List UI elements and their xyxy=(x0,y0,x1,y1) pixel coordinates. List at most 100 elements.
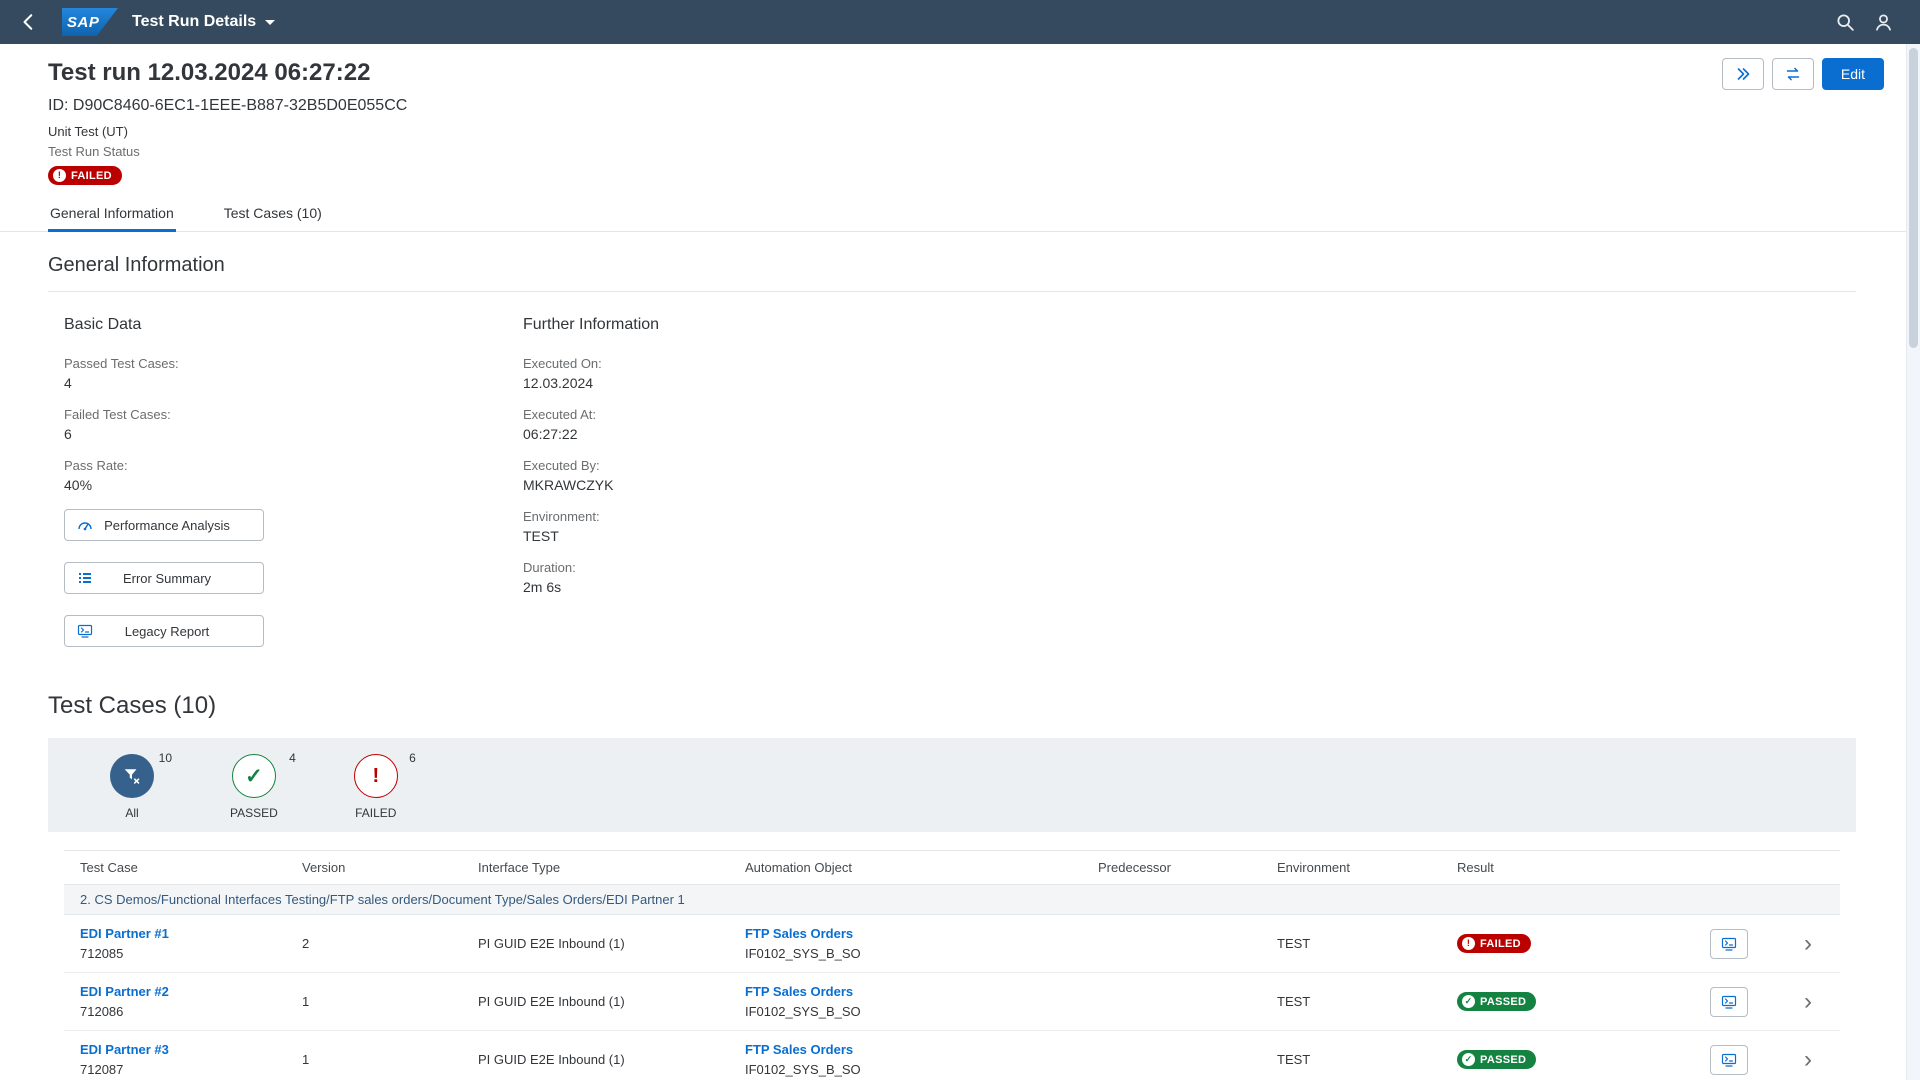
report-icon xyxy=(1721,994,1737,1010)
expand-header-button[interactable] xyxy=(1722,58,1764,90)
column-header-automation-object[interactable]: Automation Object xyxy=(729,860,1082,875)
legacy-report-button[interactable]: Legacy Report xyxy=(64,615,264,647)
environment-cell: TEST xyxy=(1261,994,1441,1009)
test-case-id: 712086 xyxy=(80,1004,286,1019)
test-case-link[interactable]: EDI Partner #1 xyxy=(80,926,286,941)
error-icon: ! xyxy=(53,169,66,182)
report-icon xyxy=(1721,936,1737,952)
column-header-environment[interactable]: Environment xyxy=(1261,860,1441,875)
form-field: Executed At: 06:27:22 xyxy=(523,407,982,443)
scrollbar-thumb[interactable] xyxy=(1909,48,1918,348)
version-cell: 2 xyxy=(286,936,462,951)
back-button[interactable] xyxy=(10,3,48,41)
environment-cell: TEST xyxy=(1261,1052,1441,1067)
double-chevron-right-icon xyxy=(1735,66,1751,82)
column-header-interface-type[interactable]: Interface Type xyxy=(462,860,729,875)
interface-type-cell: PI GUID E2E Inbound (1) xyxy=(462,994,729,1009)
status-badge-text: FAILED xyxy=(71,170,112,182)
performance-analysis-button[interactable]: Performance Analysis xyxy=(64,509,264,541)
column-header-result[interactable]: Result xyxy=(1441,860,1684,875)
sap-logo: SAP xyxy=(62,8,118,36)
automation-object-link[interactable]: FTP Sales Orders xyxy=(745,926,1082,941)
test-cases-filter-bar: 10 All 4 ✓ PASSED 6 ! FAILED xyxy=(48,738,1856,832)
funnel-x-icon xyxy=(123,767,141,785)
tab-bar: General Information Test Cases (10) xyxy=(0,194,1920,232)
tab-test-cases[interactable]: Test Cases (10) xyxy=(222,194,324,231)
filter-passed[interactable]: 4 ✓ PASSED xyxy=(220,754,288,820)
field-value: 4 xyxy=(64,375,523,392)
test-case-link[interactable]: EDI Partner #3 xyxy=(80,1042,286,1057)
test-case-cell: EDI Partner #2 712086 xyxy=(64,984,286,1019)
filter-failed[interactable]: 6 ! FAILED xyxy=(344,754,408,820)
form-field: Executed On: 12.03.2024 xyxy=(523,356,982,392)
tab-general-information[interactable]: General Information xyxy=(48,194,176,231)
table-row[interactable]: EDI Partner #2 712086 1 PI GUID E2E Inbo… xyxy=(64,973,1840,1031)
test-case-id: 712085 xyxy=(80,946,286,961)
list-icon xyxy=(77,570,93,586)
field-label: Environment: xyxy=(523,509,982,525)
field-value: 40% xyxy=(64,477,523,494)
row-report-button[interactable] xyxy=(1710,987,1748,1017)
field-value: TEST xyxy=(523,528,982,545)
form-field: Duration: 2m 6s xyxy=(523,560,982,596)
speedometer-icon xyxy=(77,517,93,533)
further-information-heading: Further Information xyxy=(523,316,982,334)
further-information-column: Further Information Executed On: 12.03.2… xyxy=(523,316,982,668)
button-label: Legacy Report xyxy=(93,624,251,639)
automation-object-cell: FTP Sales Orders IF0102_SYS_B_SO xyxy=(729,1042,1082,1077)
column-header-version[interactable]: Version xyxy=(286,860,462,875)
vertical-scrollbar[interactable] xyxy=(1906,44,1920,1080)
automation-object-link[interactable]: FTP Sales Orders xyxy=(745,1042,1082,1057)
edit-button[interactable]: Edit xyxy=(1822,58,1884,90)
user-profile-button[interactable] xyxy=(1864,3,1902,41)
table-row[interactable]: EDI Partner #1 712085 2 PI GUID E2E Inbo… xyxy=(64,915,1840,973)
row-chevron-cell: › xyxy=(1774,990,1842,1014)
row-report-button[interactable] xyxy=(1710,929,1748,959)
test-case-link[interactable]: EDI Partner #2 xyxy=(80,984,286,999)
object-page-header: Test run 12.03.2024 06:27:22 Edit ID: D9… xyxy=(0,44,1920,185)
form-field: Executed By: MKRAWCZYK xyxy=(523,458,982,494)
back-chevron-icon xyxy=(20,13,38,31)
status-badge-text: FAILED xyxy=(1480,938,1521,950)
column-header-test-case[interactable]: Test Case xyxy=(64,860,286,875)
test-case-cell: EDI Partner #3 712087 xyxy=(64,1042,286,1077)
table-row[interactable]: EDI Partner #3 712087 1 PI GUID E2E Inbo… xyxy=(64,1031,1840,1080)
filter-passed-icon: ✓ xyxy=(232,754,276,798)
status-badge-text: PASSED xyxy=(1480,996,1526,1008)
error-icon: ! xyxy=(1462,937,1475,950)
test-cases-table: Test Case Version Interface Type Automat… xyxy=(64,850,1840,1080)
header-actions: Edit xyxy=(1722,58,1884,90)
row-chevron-cell: › xyxy=(1774,932,1842,956)
column-header-predecessor[interactable]: Predecessor xyxy=(1082,860,1261,875)
header-top-row: Test run 12.03.2024 06:27:22 Edit xyxy=(48,58,1884,90)
app-title-menu[interactable]: Test Run Details xyxy=(132,13,275,31)
field-label: Duration: xyxy=(523,560,982,576)
check-icon: ✓ xyxy=(1462,995,1475,1008)
error-summary-button[interactable]: Error Summary xyxy=(64,562,264,594)
person-icon xyxy=(1874,13,1893,32)
filter-all[interactable]: 10 All xyxy=(100,754,164,820)
sync-button[interactable] xyxy=(1772,58,1814,90)
chevron-right-icon[interactable]: › xyxy=(1804,1048,1812,1072)
automation-object-id: IF0102_SYS_B_SO xyxy=(745,1062,1082,1077)
table-group-header[interactable]: 2. CS Demos/Functional Interfaces Testin… xyxy=(64,885,1840,915)
object-id: ID: D90C8460-6EC1-1EEE-B887-32B5D0E055CC xyxy=(48,96,1884,116)
automation-object-link[interactable]: FTP Sales Orders xyxy=(745,984,1082,999)
form-field: Failed Test Cases: 6 xyxy=(64,407,523,443)
environment-cell: TEST xyxy=(1261,936,1441,951)
page-title: Test run 12.03.2024 06:27:22 xyxy=(48,58,370,88)
row-action-cell xyxy=(1684,1045,1774,1075)
status-badge: ✓ PASSED xyxy=(1457,1050,1536,1069)
field-label: Executed At: xyxy=(523,407,982,423)
filter-count: 6 xyxy=(409,751,416,765)
automation-object-cell: FTP Sales Orders IF0102_SYS_B_SO xyxy=(729,984,1082,1019)
search-button[interactable] xyxy=(1826,3,1864,41)
status-badge: ✓ PASSED xyxy=(1457,992,1536,1011)
chevron-right-icon[interactable]: › xyxy=(1804,990,1812,1014)
form-field: Environment: TEST xyxy=(523,509,982,545)
chevron-right-icon[interactable]: › xyxy=(1804,932,1812,956)
row-report-button[interactable] xyxy=(1710,1045,1748,1075)
chevron-down-icon xyxy=(265,20,275,25)
status-badge-text: PASSED xyxy=(1480,1054,1526,1066)
report-buttons: Performance Analysis Error Summary Legac… xyxy=(64,509,523,647)
